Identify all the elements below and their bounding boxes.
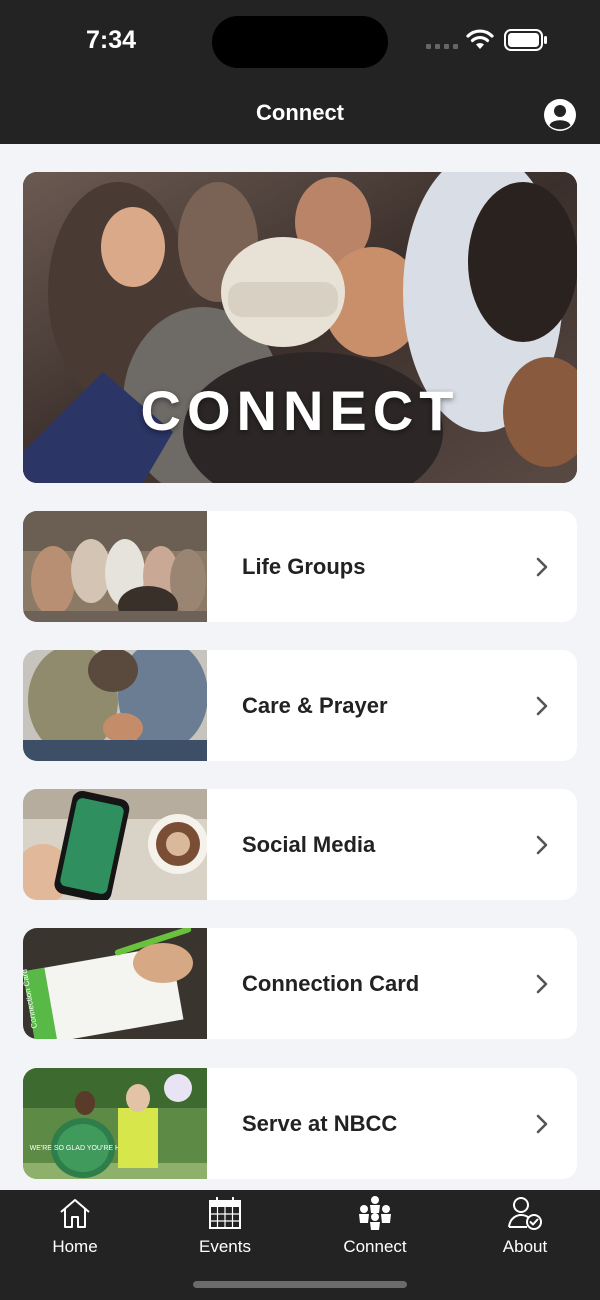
home-icon <box>60 1199 90 1228</box>
tab-label: Home <box>52 1237 98 1256</box>
calendar-icon <box>209 1197 241 1229</box>
tab-events[interactable]: Events <box>150 1190 300 1270</box>
home-indicator[interactable] <box>193 1281 407 1288</box>
battery-icon <box>504 29 547 51</box>
tab-home[interactable]: Home <box>0 1190 150 1270</box>
tab-connect[interactable]: Connect <box>300 1190 450 1270</box>
menu-item-social-media[interactable]: Social Media <box>23 789 577 900</box>
profile-icon[interactable] <box>543 98 577 132</box>
tab-about[interactable]: About <box>450 1190 600 1270</box>
person-check-icon <box>508 1197 542 1230</box>
care-prayer-photo <box>23 650 207 761</box>
menu-item-care-prayer[interactable]: Care & Prayer <box>23 650 577 761</box>
people-icon <box>359 1196 391 1230</box>
page-title: Connect <box>256 100 344 125</box>
chevron-right-icon <box>536 835 548 855</box>
tab-label: About <box>502 1237 548 1256</box>
connection-card-photo: Connection Card <box>23 928 207 1039</box>
menu-item-label: Life Groups <box>242 554 366 579</box>
tab-label: Connect <box>343 1237 407 1256</box>
wifi-icon <box>466 29 494 49</box>
social-media-photo <box>23 789 207 900</box>
cellular-signal-icon <box>426 44 458 49</box>
menu-item-life-groups[interactable]: Life Groups <box>23 511 577 622</box>
chevron-right-icon <box>536 1114 548 1134</box>
menu-item-label: Social Media <box>242 832 376 857</box>
status-time: 7:34 <box>86 26 137 54</box>
menu-item-label: Serve at NBCC <box>242 1111 398 1136</box>
tab-label: Events <box>199 1237 251 1256</box>
life-groups-photo <box>23 511 207 622</box>
chevron-right-icon <box>536 974 548 994</box>
menu-item-serve-at-nbcc[interactable]: WE'RE SO GLAD YOU'RE HERE! Serve at NBCC <box>23 1068 577 1179</box>
menu-item-label: Connection Card <box>242 971 420 996</box>
hero-title: CONNECT <box>140 379 460 442</box>
top-bar: 7:34 Connect <box>0 0 600 144</box>
serve-photo: WE'RE SO GLAD YOU'RE HERE! <box>23 1068 207 1179</box>
chevron-right-icon <box>536 696 548 716</box>
dynamic-island <box>212 16 388 68</box>
menu-item-connection-card[interactable]: Connection Card Connection Card <box>23 928 577 1039</box>
chevron-right-icon <box>536 557 548 577</box>
menu-item-label: Care & Prayer <box>242 693 388 718</box>
